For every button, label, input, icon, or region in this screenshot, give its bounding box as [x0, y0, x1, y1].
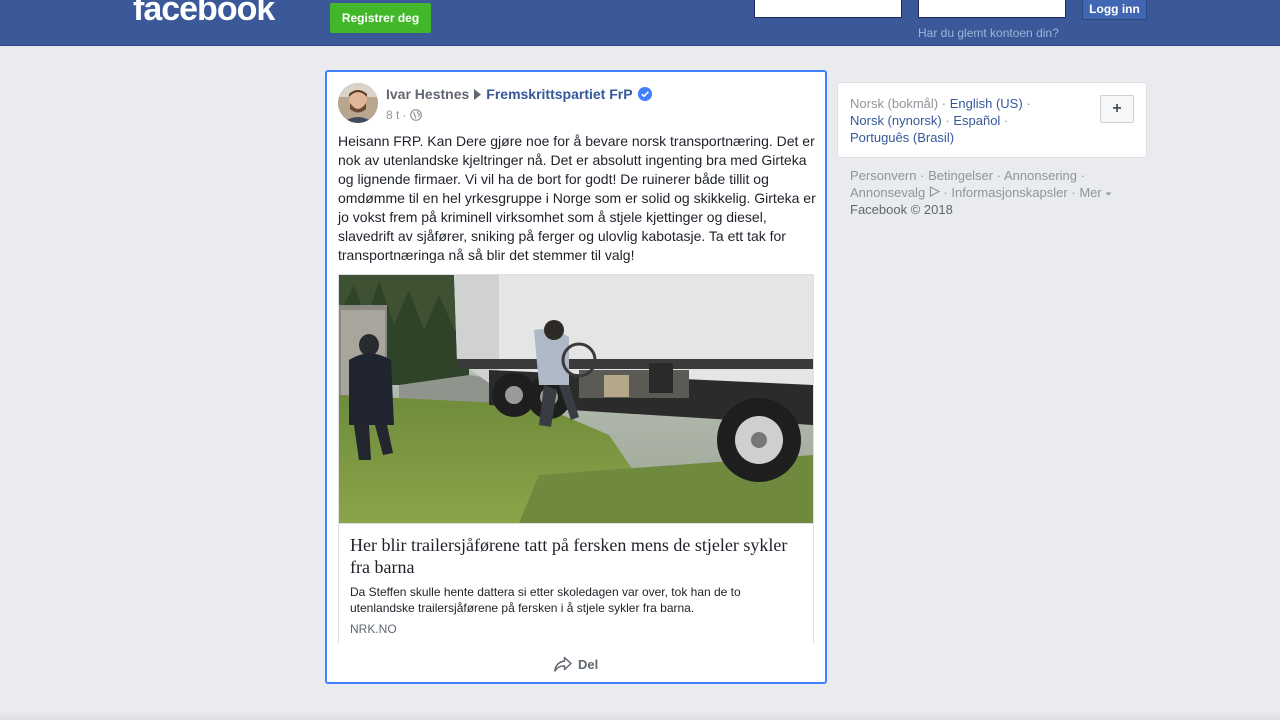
verified-badge-icon [637, 87, 652, 101]
caret-down-icon [1105, 185, 1112, 200]
language-selector-box: Norsk (bokmål) · English (US) · Norsk (n… [837, 82, 1147, 158]
language-link-english-us[interactable]: English (US) [950, 96, 1023, 111]
caret-right-icon [474, 88, 482, 100]
avatar[interactable] [338, 83, 378, 123]
footer-separator: · [943, 185, 948, 200]
language-link-nynorsk[interactable]: Norsk (nynorsk) [850, 113, 942, 128]
post-timestamp[interactable]: 8 t [386, 108, 399, 122]
footer-links: Personvern · Betingelser · Annonsering ·… [850, 167, 1140, 218]
post-meta: 8 t · [386, 108, 423, 122]
meta-separator: · [402, 108, 407, 122]
language-link-portugues[interactable]: Português (Brasil) [850, 130, 954, 145]
footer-link-annonsevalg[interactable]: Annonsevalg [850, 185, 925, 200]
top-navigation-bar: facebook Registrer deg Logg inn Har du g… [0, 0, 1280, 46]
footer-separator: · [996, 168, 1002, 183]
add-language-button[interactable]: + [1100, 95, 1134, 123]
forgot-account-link[interactable]: Har du glemt kontoen din? [918, 26, 1059, 40]
avatar-image [338, 83, 378, 123]
lang-separator: · [1003, 113, 1009, 128]
email-input[interactable] [754, 0, 902, 18]
post-card: Ivar Hestnes Fremskrittspartiet FrP 8 t … [325, 70, 827, 684]
post-author-line: Ivar Hestnes Fremskrittspartiet FrP [386, 86, 652, 102]
language-list: Norsk (bokmål) · English (US) · Norsk (n… [850, 95, 1080, 146]
facebook-logo[interactable]: facebook [133, 0, 275, 29]
language-link-espanol[interactable]: Español [953, 113, 1000, 128]
page-name[interactable]: Fremskrittspartiet FrP [486, 86, 632, 102]
copyright: Facebook © 2018 [850, 202, 953, 217]
register-button[interactable]: Registrer deg [330, 3, 431, 33]
link-preview-caption: Her blir trailersjåførene tatt på ferske… [339, 523, 813, 643]
lang-separator: · [1026, 96, 1031, 111]
current-language: Norsk (bokmål) [850, 96, 939, 111]
login-button[interactable]: Logg inn [1082, 0, 1147, 20]
lang-separator: · [945, 113, 950, 128]
lang-separator: · [941, 96, 947, 111]
share-label: Del [578, 656, 599, 672]
bottom-edge [0, 712, 1280, 720]
footer-separator: · [920, 168, 925, 183]
footer-link-personvern[interactable]: Personvern [850, 168, 916, 183]
link-title[interactable]: Her blir trailersjåførene tatt på ferske… [350, 534, 800, 578]
password-input[interactable] [918, 0, 1066, 18]
link-preview-image [339, 275, 813, 523]
footer-link-annonsering[interactable]: Annonsering [1004, 168, 1077, 183]
adchoices-icon [929, 185, 941, 200]
link-preview-card[interactable]: Her blir trailersjåførene tatt på ferske… [338, 274, 814, 643]
footer-separator: · [1071, 185, 1076, 200]
share-button[interactable]: Del [554, 654, 598, 674]
link-domain: NRK.NO [350, 622, 397, 636]
footer-link-betingelser[interactable]: Betingelser [928, 168, 993, 183]
footer-link-mer[interactable]: Mer [1079, 185, 1101, 200]
post-text: Heisann FRP. Kan Dere gjøre noe for å be… [338, 133, 816, 263]
link-description: Da Steffen skulle hente dattera si etter… [350, 585, 741, 615]
footer-separator: · [1080, 168, 1085, 183]
share-arrow-icon [554, 656, 572, 672]
globe-icon [410, 109, 423, 121]
footer-link-informasjonskapsler[interactable]: Informasjonskapsler [951, 185, 1067, 200]
author-name[interactable]: Ivar Hestnes [386, 86, 469, 102]
